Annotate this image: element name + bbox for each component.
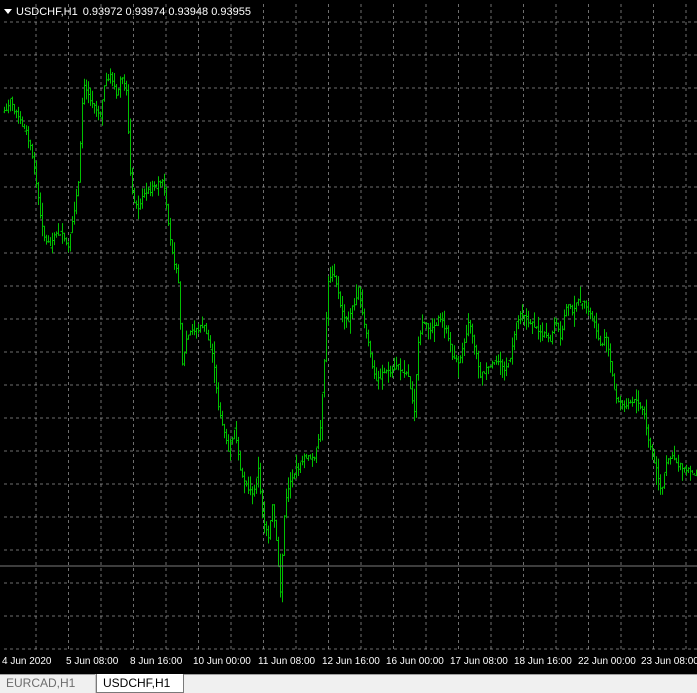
chart-tab-bar: EURCAD,H1 USDCHF,H1 — [0, 674, 697, 693]
x-axis-tick-label: 18 Jun 16:00 — [514, 656, 572, 667]
tab-usdchf[interactable]: USDCHF,H1 — [96, 674, 184, 693]
x-axis-tick-label: 11 Jun 08:00 — [258, 656, 316, 667]
dropdown-arrow-icon[interactable] — [4, 9, 12, 14]
x-axis-tick-label: 5 Jun 08:00 — [66, 656, 119, 667]
chart-window[interactable]: 4 Jun 2020 5 Jun 08:00 8 Jun 16:00 10 Jun 0… — [0, 0, 697, 674]
chart-title[interactable]: USDCHF,H1 0.93972 0.93974 0.93948 0.93955 — [4, 6, 251, 20]
tab-eurcad[interactable]: EURCAD,H1 — [0, 674, 96, 693]
x-axis-tick-label: 10 Jun 00:00 — [193, 656, 251, 667]
price-chart[interactable]: 4 Jun 2020 5 Jun 08:00 8 Jun 16:00 10 Jun 0… — [0, 0, 697, 674]
x-axis-tick-label: 8 Jun 16:00 — [130, 656, 183, 667]
x-axis-tick-label: 12 Jun 16:00 — [322, 656, 380, 667]
x-axis-tick-label: 17 Jun 08:00 — [450, 656, 508, 667]
x-axis-tick-label: 22 Jun 00:00 — [578, 656, 636, 667]
symbol-label: USDCHF,H1 — [16, 6, 78, 18]
x-axis-tick-label: 4 Jun 2020 — [2, 656, 52, 667]
x-axis-tick-label: 23 Jun 08:00 — [641, 656, 697, 667]
x-axis-tick-label: 16 Jun 00:00 — [386, 656, 444, 667]
ohlc-readout: 0.93972 0.93974 0.93948 0.93955 — [82, 6, 251, 18]
